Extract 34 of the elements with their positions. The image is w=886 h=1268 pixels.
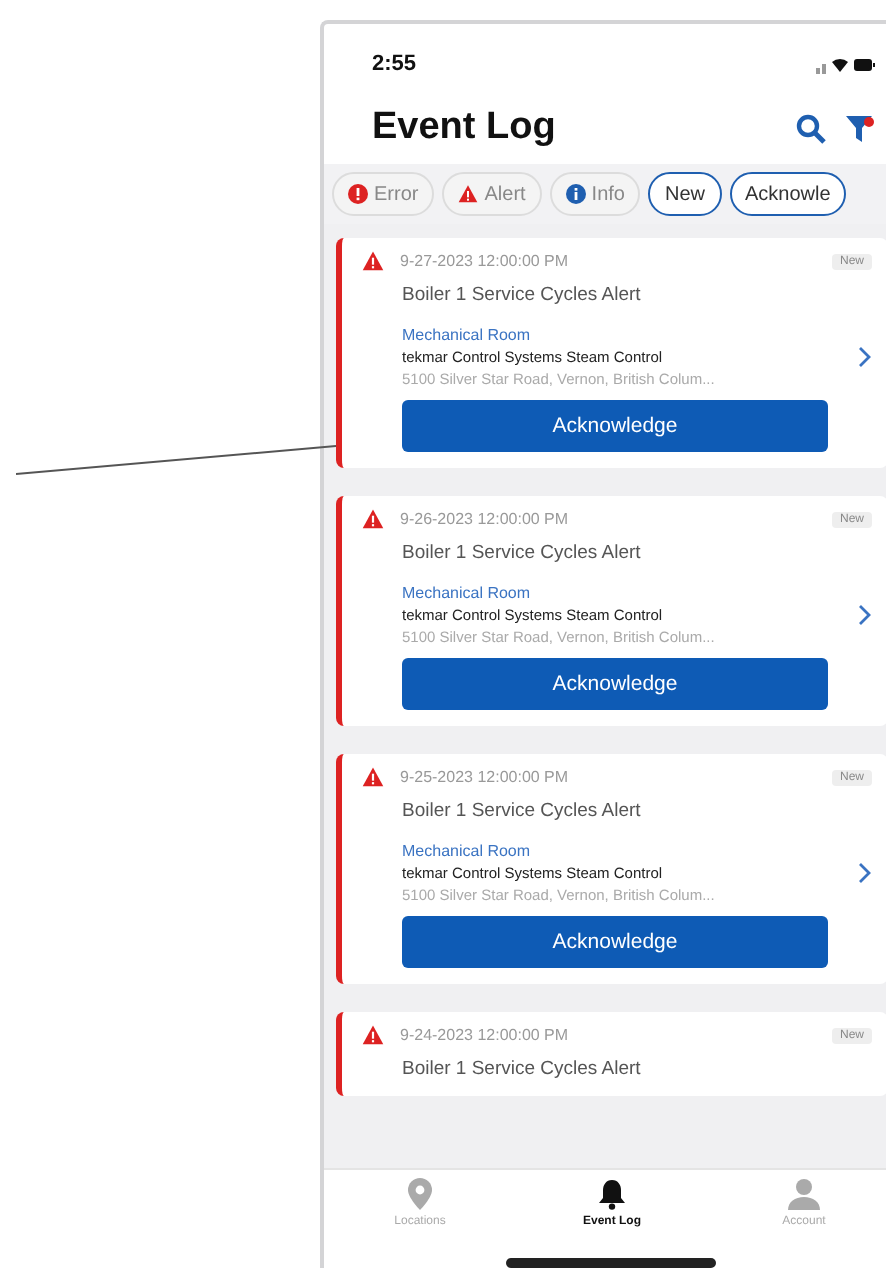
chevron-right-icon[interactable] xyxy=(858,346,872,368)
event-title: Boiler 1 Service Cycles Alert xyxy=(402,1058,643,1080)
filter-icon[interactable] xyxy=(846,113,876,143)
room-name: Mechanical Room xyxy=(402,842,533,860)
event-date: 9-24-2023 12:00:00 PM xyxy=(400,1026,571,1044)
person-icon xyxy=(788,1178,820,1210)
event-title: Boiler 1 Service Cycles Alert xyxy=(402,284,643,306)
filter-chip[interactable]: Acknowle xyxy=(729,172,847,216)
event-title: Boiler 1 Service Cycles Alert xyxy=(402,542,643,564)
chevron-right-icon[interactable] xyxy=(858,604,872,626)
page-title: Event Log xyxy=(372,106,556,150)
room-name: Mechanical Room xyxy=(402,584,533,602)
room-name: Mechanical Room xyxy=(402,326,533,344)
search-icon[interactable] xyxy=(796,113,826,143)
acknowledge-button[interactable]: Acknowledge xyxy=(402,916,828,968)
event-date: 9-26-2023 12:00:00 PM xyxy=(400,510,571,528)
acknowledge-button[interactable]: Acknowledge xyxy=(402,400,828,452)
warning-triangle-icon xyxy=(362,508,384,530)
acknowledge-button[interactable]: Acknowledge xyxy=(402,658,828,710)
event-date: 9-27-2023 12:00:00 PM xyxy=(400,252,571,270)
warning-triangle-icon xyxy=(458,184,479,204)
warning-triangle-icon xyxy=(362,766,384,788)
filter-chip[interactable]: New xyxy=(648,172,721,216)
status-time: 2:55 xyxy=(372,52,417,76)
status-icons xyxy=(816,55,876,73)
event-title: Boiler 1 Service Cycles Alert xyxy=(402,800,643,822)
event-date: 9-25-2023 12:00:00 PM xyxy=(400,768,571,786)
info-icon xyxy=(565,184,586,204)
location-pin-icon xyxy=(408,1178,432,1210)
warning-triangle-icon xyxy=(362,1024,384,1046)
chevron-right-icon[interactable] xyxy=(858,862,872,884)
bell-icon xyxy=(598,1178,626,1210)
error-icon xyxy=(348,184,368,204)
warning-triangle-icon xyxy=(362,250,384,272)
